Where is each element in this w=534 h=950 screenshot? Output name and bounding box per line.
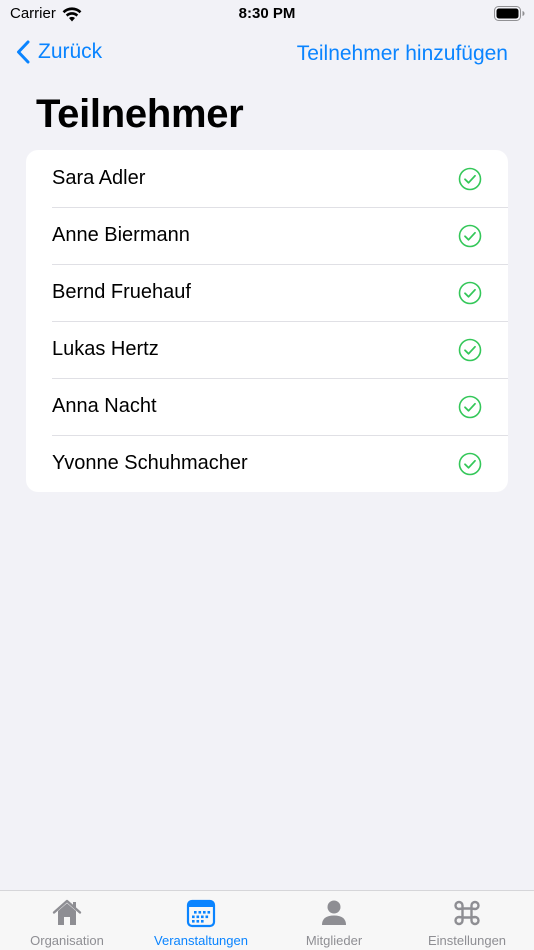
tab-label: Mitglieder (305, 933, 363, 948)
screen: Carrier 8:30 PM Zurück Teilnehmer hinzuf… (0, 0, 534, 950)
battery-icon (494, 6, 525, 21)
check-circle-icon (458, 395, 482, 419)
command-icon (454, 900, 480, 926)
tab-label: Organisation (30, 933, 104, 948)
check-circle-icon (458, 338, 482, 362)
tab-organisation[interactable]: Organisation (0, 891, 134, 950)
list-item[interactable]: Anne Biermann (26, 207, 508, 264)
add-participant-button[interactable]: Teilnehmer hinzufügen (297, 42, 508, 66)
participant-name: Yvonne Schuhmacher (52, 452, 248, 474)
list-item[interactable]: Bernd Fruehauf (26, 264, 508, 321)
back-button-label: Zurück (38, 40, 103, 63)
tab-label: Veranstaltungen (154, 933, 248, 948)
participant-name: Anna Nacht (52, 395, 157, 417)
status-bar: Carrier 8:30 PM (0, 0, 534, 28)
check-circle-icon (458, 224, 482, 248)
participant-name: Bernd Fruehauf (52, 281, 191, 303)
participant-name: Anne Biermann (52, 224, 190, 246)
tab-veranstaltungen[interactable]: Veranstaltungen (134, 891, 268, 950)
back-button[interactable]: Zurück (16, 40, 102, 64)
check-circle-icon (458, 452, 482, 476)
tab-mitglieder[interactable]: Mitglieder (267, 891, 401, 950)
list-item[interactable]: Sara Adler (26, 150, 508, 207)
page-title: Teilnehmer (36, 92, 244, 136)
person-icon (322, 900, 346, 925)
check-circle-icon (458, 281, 482, 305)
list-item[interactable]: Lukas Hertz (26, 321, 508, 378)
participant-name: Lukas Hertz (52, 338, 159, 360)
tab-label: Einstellungen (427, 933, 507, 948)
participant-list: Sara Adler Anne Biermann Bernd Fruehauf … (26, 150, 508, 492)
check-circle-icon (458, 167, 482, 191)
tab-bar: Organisation Veranstaltungen Mitglieder (0, 890, 534, 950)
house-icon (52, 899, 82, 925)
tab-einstellungen[interactable]: Einstellungen (400, 891, 534, 950)
list-item[interactable]: Yvonne Schuhmacher (26, 435, 508, 492)
status-time: 8:30 PM (238, 5, 296, 22)
participant-name: Sara Adler (52, 167, 146, 189)
navigation-bar: Zurück Teilnehmer hinzufügen (0, 36, 534, 76)
calendar-icon (186, 899, 216, 928)
list-item[interactable]: Anna Nacht (26, 378, 508, 435)
chevron-left-icon (17, 40, 30, 64)
